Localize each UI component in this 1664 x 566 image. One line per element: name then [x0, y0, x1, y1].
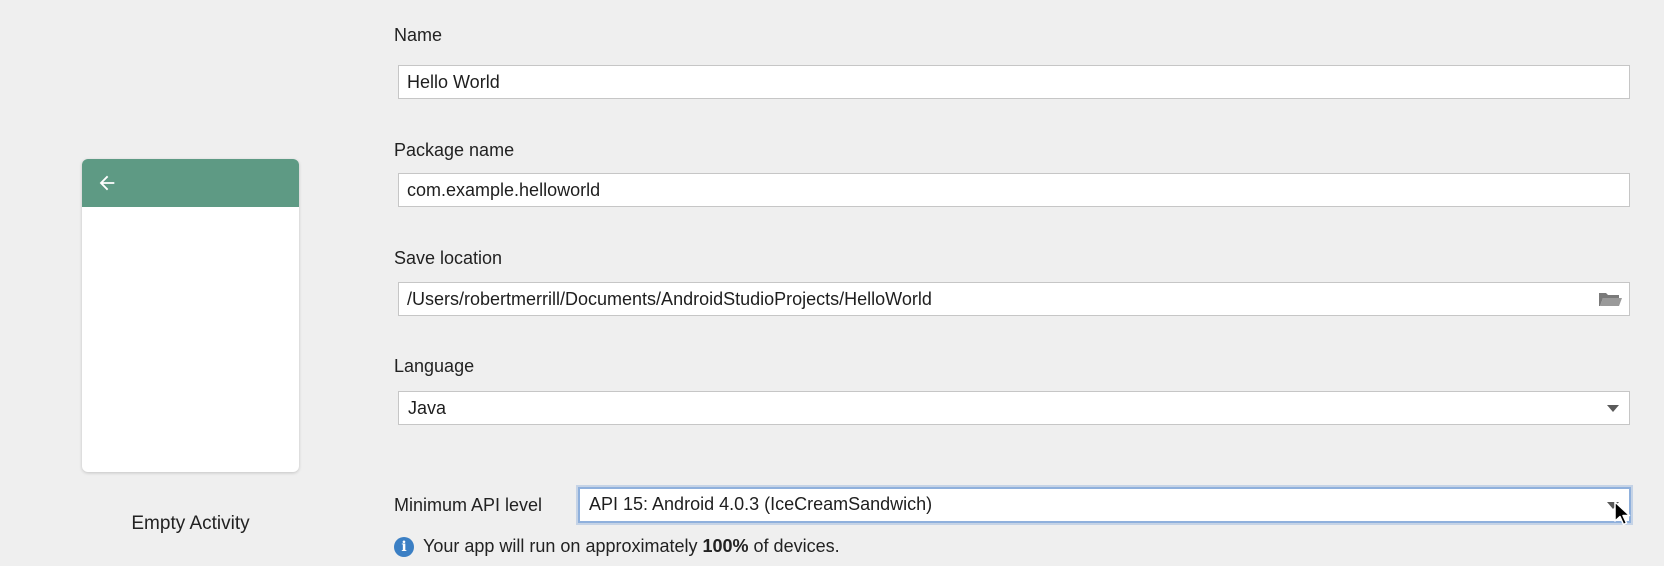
info-suffix-text: of devices.	[748, 536, 840, 556]
language-select[interactable]: Java	[398, 391, 1630, 425]
save-location-label: Save location	[394, 248, 503, 268]
package-name-field-container	[398, 173, 1630, 207]
minimum-api-level-select[interactable]: API 15: Android 4.0.3 (IceCreamSandwich)	[578, 487, 1631, 523]
language-selected-value: Java	[408, 398, 447, 418]
mouse-cursor-icon	[1614, 501, 1631, 526]
info-prefix-text: Your app will run on approximately	[423, 536, 703, 556]
new-project-configure-page: Empty Activity Name Package name Save lo…	[0, 0, 1664, 566]
preview-app-bar	[82, 159, 299, 207]
name-input[interactable]	[399, 66, 1589, 98]
name-field-container	[398, 65, 1630, 99]
folder-open-icon[interactable]	[1597, 289, 1623, 309]
package-name-input[interactable]	[399, 174, 1589, 206]
coverage-percent: 100%	[702, 536, 749, 556]
name-label: Name	[394, 25, 443, 45]
minimum-api-level-label: Minimum API level	[394, 495, 543, 515]
save-location-input[interactable]	[399, 283, 1589, 315]
arrow-left-icon	[99, 175, 115, 191]
language-label: Language	[394, 356, 475, 376]
template-name-label: Empty Activity	[131, 513, 250, 534]
info-icon: i	[394, 536, 414, 557]
template-preview	[82, 159, 299, 472]
package-name-label: Package name	[394, 140, 515, 160]
save-location-field-container	[398, 282, 1630, 316]
chevron-down-icon[interactable]	[1607, 405, 1619, 412]
minimum-api-selected-value: API 15: Android 4.0.3 (IceCreamSandwich)	[589, 494, 933, 514]
device-coverage-info: i Your app will run on approximately 100…	[394, 536, 840, 557]
